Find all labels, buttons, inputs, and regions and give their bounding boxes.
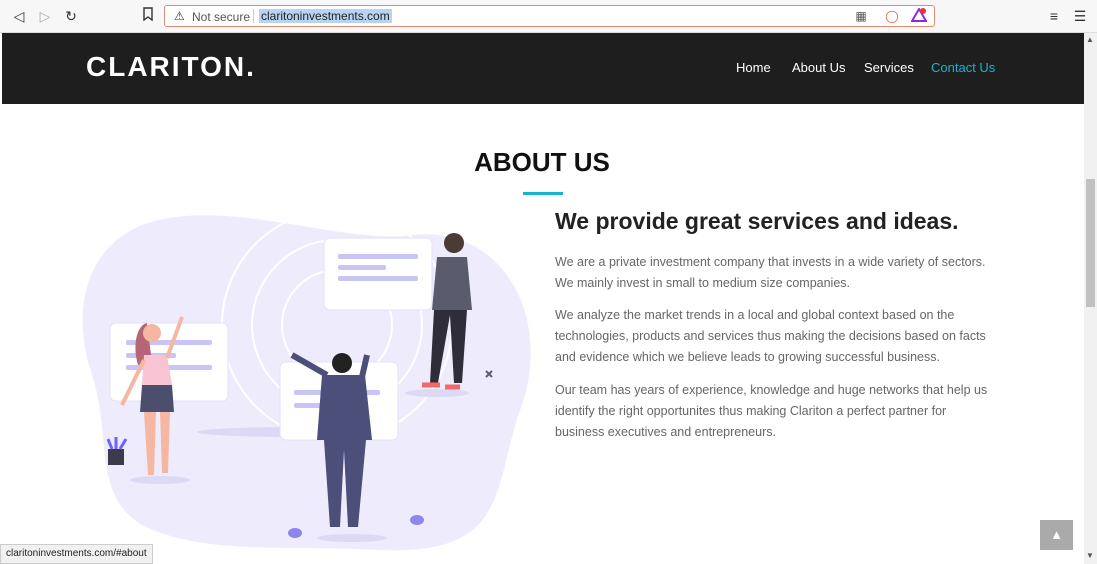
status-bar: claritoninvestments.com/#about [0, 544, 153, 564]
nav-contact-us[interactable]: Contact Us [931, 60, 995, 75]
reload-icon[interactable]: ↻ [62, 7, 80, 25]
site-header: CLARITON. Home About Us Services Contact… [2, 33, 1084, 104]
browser-toolbar: ◁ ▷ ↻ ⚠ Not secure claritoninvestments.c… [0, 0, 1097, 33]
bookmark-icon[interactable] [139, 7, 157, 25]
not-secure-label[interactable]: Not secure [192, 10, 250, 24]
page-scrollbar[interactable]: ▲ ▼ [1084, 33, 1097, 564]
chevron-up-icon: ▲ [1050, 527, 1063, 542]
nav-home[interactable]: Home [736, 60, 771, 75]
about-paragraph-2: We analyze the market trends in a local … [555, 308, 986, 364]
about-headline: We provide great services and ideas. [555, 208, 959, 234]
back-arrow-icon[interactable]: ◁ [10, 7, 28, 25]
site-logo[interactable]: CLARITON. [86, 51, 256, 83]
about-paragraph-3: Our team has years of experience, knowle… [555, 383, 988, 439]
qr-icon[interactable]: ▦ [853, 8, 869, 24]
playlist-icon[interactable]: ≡ [1045, 7, 1063, 25]
title-underline [523, 192, 563, 195]
scroll-down-icon[interactable]: ▼ [1086, 551, 1094, 560]
nav-about-us[interactable]: About Us [792, 60, 845, 75]
scroll-thumb[interactable] [1086, 179, 1095, 307]
brave-shield-icon[interactable]: ◯ [884, 8, 900, 24]
address-separator [253, 9, 254, 23]
nav-services[interactable]: Services [864, 60, 914, 75]
back-to-top-button[interactable]: ▲ [1040, 520, 1073, 550]
brave-rewards-icon[interactable] [910, 7, 928, 24]
warning-icon: ⚠ [174, 9, 185, 23]
scroll-up-icon[interactable]: ▲ [1086, 35, 1094, 44]
forward-arrow-icon[interactable]: ▷ [36, 7, 54, 25]
about-illustration [82, 205, 537, 555]
url-text[interactable]: claritoninvestments.com [259, 9, 392, 23]
about-paragraph-1: We are a private investment company that… [555, 255, 986, 290]
section-title: ABOUT US [474, 147, 610, 177]
address-bar[interactable]: ⚠ Not secure claritoninvestments.com ▦ ◯ [164, 5, 935, 27]
menu-icon[interactable]: ☰ [1071, 7, 1089, 25]
